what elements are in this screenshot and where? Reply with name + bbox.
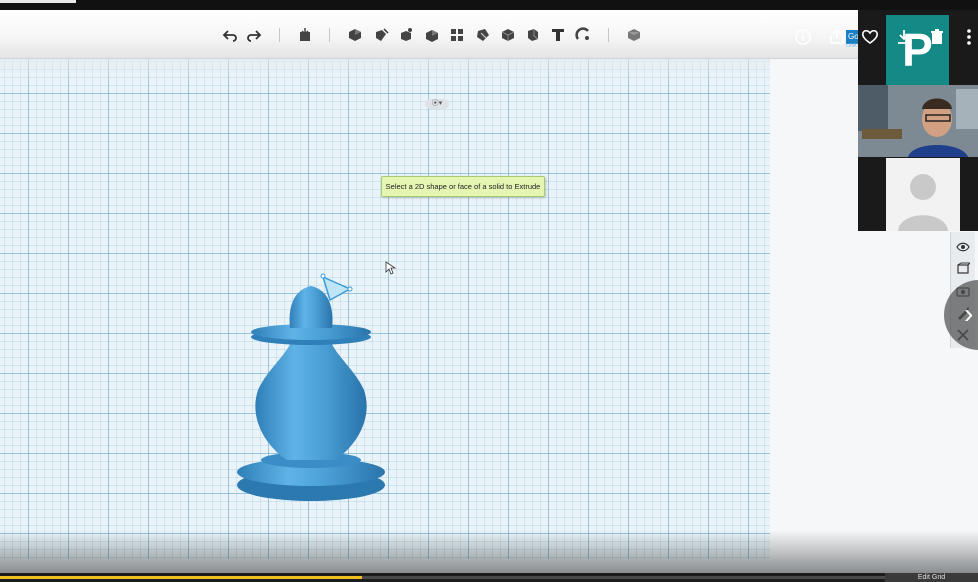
adjust-icon[interactable] (347, 27, 363, 43)
like-icon[interactable] (861, 28, 879, 46)
browser-tab-fragment (0, 0, 76, 3)
snap-icon[interactable] (575, 27, 591, 43)
more-options-icon[interactable] (962, 28, 976, 46)
pawn-model[interactable] (230, 260, 400, 510)
camera-options[interactable]: ⦿▾ (425, 99, 449, 109)
transform-icon[interactable] (398, 27, 414, 43)
text-icon[interactable] (550, 27, 566, 43)
toolbar-divider (329, 28, 330, 42)
canvas-fade (0, 59, 770, 89)
undo-icon[interactable] (222, 27, 238, 43)
eye-icon[interactable] (955, 240, 971, 254)
redo-icon[interactable] (246, 27, 262, 43)
view-cube-icon[interactable] (955, 262, 971, 276)
download-icon[interactable] (895, 28, 913, 46)
measure-icon[interactable] (475, 27, 491, 43)
pattern-icon[interactable] (449, 27, 465, 43)
video-progress-fill (0, 576, 362, 579)
top-toolbar: Go LINK (0, 10, 978, 59)
participant-camera-feed (858, 85, 978, 157)
import-icon[interactable] (297, 27, 313, 43)
participant-avatar (886, 158, 960, 231)
primitives-icon[interactable] (525, 27, 541, 43)
chevron-right-icon: › (964, 298, 974, 329)
participant-logo: P (886, 15, 949, 85)
toolbar-divider (279, 28, 280, 42)
share-sub-label: LINK (846, 43, 858, 49)
info-icon[interactable] (794, 28, 812, 46)
edit-grid-button[interactable]: Edit Grid (885, 573, 978, 582)
material-icon[interactable] (626, 27, 642, 43)
delete-icon[interactable] (928, 28, 946, 46)
mouse-cursor-icon (385, 261, 397, 275)
top-strip (0, 0, 978, 10)
modify-icon[interactable] (373, 27, 389, 43)
extrude-hint-tooltip: Select a 2D shape or face of a solid to … (381, 176, 545, 197)
share-icon[interactable] (828, 28, 846, 46)
group-icon[interactable] (424, 27, 440, 43)
toolbar-divider (608, 28, 609, 42)
app-window: Go LINK ⦿▾ Select a 2D shape or face of … (0, 10, 978, 582)
construct-icon[interactable] (500, 27, 516, 43)
